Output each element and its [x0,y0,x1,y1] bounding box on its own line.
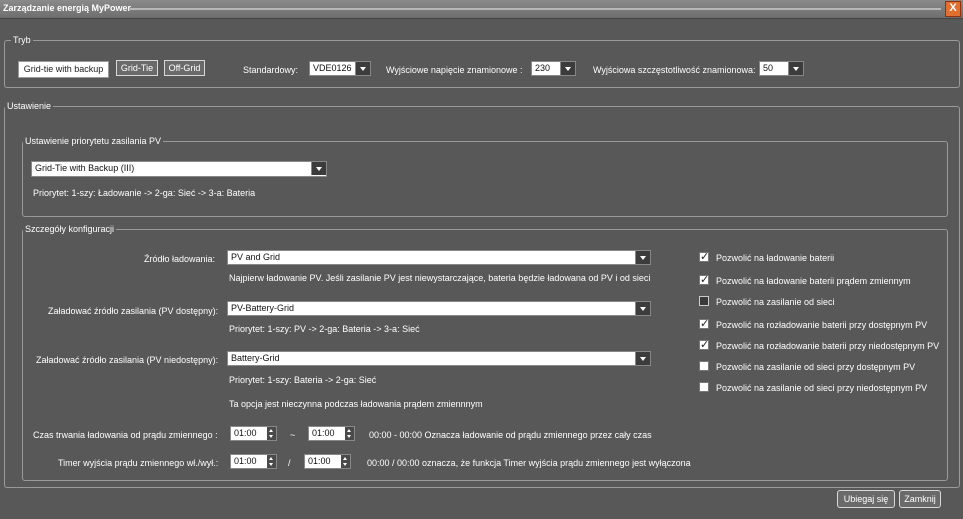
mode-grid-tie-with-backup-button[interactable]: Grid-tie with backup [18,61,109,78]
ac-timer-to-spinner[interactable]: 01:00 [304,454,351,469]
load-pv-unavailable-label: Załadować źródło zasilania (PV niedostęp… [36,355,219,365]
apply-button[interactable]: Ubiegaj się [837,490,895,508]
permission-checkbox-label[interactable]: Pozwolić na zasilanie od sieci [716,297,835,307]
permission-checkbox[interactable] [699,382,709,392]
load-pv-available-value: PV-Battery-Grid [231,303,295,313]
permission-checkbox-label[interactable]: Pozwolić na ładowanie baterii prądem zmi… [716,276,911,286]
load-pv-unavailable-value: Battery-Grid [231,353,280,363]
load-pv-unavailable-select[interactable]: Battery-Grid [227,351,651,366]
frequency-select[interactable]: 50 [759,61,804,76]
chevron-down-icon [788,62,803,75]
spinner-arrows-icon[interactable] [341,455,350,468]
ac-timer-separator: / [288,458,291,468]
charge-source-value: PV and Grid [231,252,281,262]
permission-checkbox[interactable] [699,317,709,330]
ac-duration-separator: ~ [290,430,296,440]
load-pv-unavailable-note: Priorytet: 1-szy: Bateria -> 2-ga: Sieć [229,375,377,385]
voltage-value: 230 [535,63,551,73]
settings-group-legend: Ustawienie [5,101,54,111]
close-window-button[interactable]: X [945,1,961,17]
close-button[interactable]: Zamknij [899,490,941,508]
close-button-label: Zamknij [904,494,936,504]
permission-checkbox[interactable] [699,250,709,263]
mode-group-legend: Tryb [11,35,33,45]
load-pv-available-note: Priorytet: 1-szy: PV -> 2-ga: Bateria ->… [229,324,420,334]
charge-source-select[interactable]: PV and Grid [227,250,651,265]
chevron-down-icon [635,302,650,315]
chevron-down-icon [311,162,326,175]
config-legend: Szczegóły konfiguracji [23,224,117,234]
pv-priority-note: Priorytet: 1-szy: Ładowanie -> 2-ga: Sie… [33,188,256,198]
permission-checkbox-label[interactable]: Pozwolić na rozładowanie baterii przy do… [716,320,927,330]
mode-off-grid-button[interactable]: Off-Grid [164,60,205,76]
close-icon: X [949,2,957,14]
permission-checkbox-label[interactable]: Pozwolić na ładowanie baterii [716,253,834,263]
load-pv-available-select[interactable]: PV-Battery-Grid [227,301,651,316]
load-pv-available-label: Załadować źródło zasilania (PV dostępny)… [48,306,219,316]
permission-checkbox[interactable] [699,273,709,286]
voltage-label: Wyjściowe napięcie znamionowe : [386,65,523,75]
window-title: Zarządzanie energią MyPower [3,3,132,13]
spinner-arrows-icon[interactable] [345,427,354,440]
title-rule [130,8,941,10]
ac-timer-to-value: 01:00 [308,456,331,466]
ac-timer-note: 00:00 / 00:00 oznacza, że funkcja Timer … [367,458,691,468]
load-pv-unavailable-note2: Ta opcja jest nieczynna podczas ładowani… [229,399,483,409]
permission-checkbox[interactable] [699,338,709,351]
charge-source-note: Najpierw ładowanie PV. Jeśli zasilanie P… [229,273,651,283]
standard-label: Standardowy: [243,65,299,75]
chevron-down-icon [635,352,650,365]
frequency-value: 50 [763,63,774,73]
voltage-select[interactable]: 230 [531,61,576,76]
mode-button-label: Grid-tie with backup [23,64,104,74]
ac-duration-from-spinner[interactable]: 01:00 [230,426,277,441]
ac-timer-from-value: 01:00 [234,456,257,466]
standard-value: VDE0126 [313,63,352,73]
permission-checkbox[interactable] [699,361,709,371]
chevron-down-icon [635,251,650,264]
ac-timer-label: Timer wyjścia prądu zmiennego wł./wył.: [58,458,219,468]
charge-source-label: Źródło ładowania: [144,254,216,264]
chevron-down-icon [355,62,370,75]
title-bar: Zarządzanie energią MyPower X [0,0,963,19]
ac-duration-to-value: 01:00 [312,428,335,438]
spinner-arrows-icon[interactable] [267,455,276,468]
ac-timer-from-spinner[interactable]: 01:00 [230,454,277,469]
permission-checkbox[interactable] [699,296,709,306]
pv-priority-select[interactable]: Grid-Tie with Backup (III) [31,161,327,177]
pv-priority-value: Grid-Tie with Backup (III) [35,163,135,173]
pv-priority-group: Ustawienie priorytetu zasilania PV [22,136,948,217]
pv-priority-legend: Ustawienie priorytetu zasilania PV [23,136,164,146]
apply-button-label: Ubiegaj się [843,494,889,504]
permission-checkbox-label[interactable]: Pozwolić na zasilanie od sieci przy dost… [716,362,915,372]
permission-checkbox-label[interactable]: Pozwolić na zasilanie od sieci przy nied… [716,383,927,393]
spinner-arrows-icon[interactable] [267,427,276,440]
mode-button-label: Off-Grid [168,63,201,73]
permission-checkbox-label[interactable]: Pozwolić na rozładowanie baterii przy ni… [716,341,939,351]
chevron-down-icon [560,62,575,75]
ac-duration-note: 00:00 - 00:00 Oznacza ładowanie od prądu… [369,430,652,440]
ac-duration-to-spinner[interactable]: 01:00 [308,426,355,441]
ac-duration-label: Czas trwania ładowania od prądu zmienneg… [33,430,218,440]
mode-grid-tie-button[interactable]: Grid-Tie [116,60,158,76]
standard-select[interactable]: VDE0126 [309,61,371,76]
frequency-label: Wyjściowa szczęstotliwość znamionowa: [593,65,756,75]
ac-duration-from-value: 01:00 [234,428,257,438]
mode-button-label: Grid-Tie [120,63,154,73]
